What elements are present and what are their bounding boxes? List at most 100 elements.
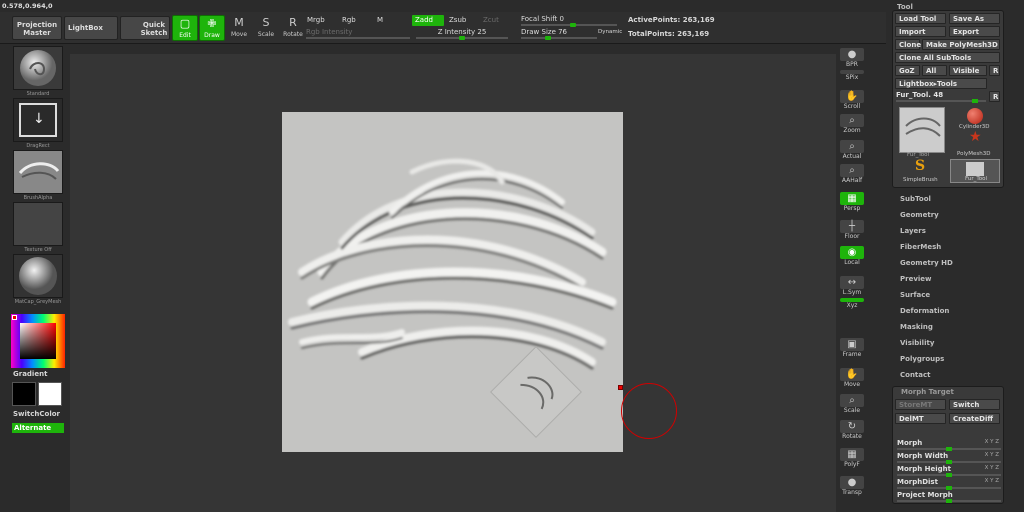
shelf-actual-button[interactable]: ⌕ Actual <box>840 140 864 162</box>
menu-geometry[interactable]: Geometry <box>900 211 939 219</box>
menu-layers[interactable]: Layers <box>900 227 926 235</box>
morph-height-slider[interactable]: Morph Height X Y Z <box>897 465 1001 477</box>
secondary-color-swatch[interactable] <box>38 382 62 406</box>
morph-slider[interactable]: Morph X Y Z <box>897 439 1001 451</box>
morph-target-title[interactable]: Morph Target <box>901 388 954 396</box>
project-morph-slider[interactable]: Project Morph <box>897 491 1001 503</box>
fur-tool-thumb[interactable] <box>899 107 945 153</box>
shelf-aahalf-button[interactable]: ⌕ AAHalf <box>840 164 864 186</box>
gradient-label[interactable]: Gradient <box>13 370 47 378</box>
export-button[interactable]: Export <box>949 26 1000 37</box>
shelf-frame-button[interactable]: ▣ Frame <box>840 338 864 360</box>
polymesh3d-label: PolyMesh3D <box>957 151 991 157</box>
move-icon: ✋ <box>840 368 864 381</box>
shelf-transp-label: Transp <box>842 489 862 496</box>
shelf-move-button[interactable]: ✋ Move <box>840 368 864 390</box>
floor-icon: ┼ <box>840 220 864 233</box>
focal-shift-slider[interactable]: Focal Shift 0 <box>521 15 617 27</box>
shelf-scale-button[interactable]: ⌕ Scale <box>840 394 864 416</box>
shelf-xyz-button[interactable]: Xyz <box>840 298 864 320</box>
primary-color-swatch[interactable] <box>12 382 36 406</box>
fur-tool-thumb-2[interactable]: Fur_Tool <box>950 159 1000 183</box>
storemt-button[interactable]: StoreMT <box>895 399 946 410</box>
material-thumbnail[interactable]: MatCap_GreyMesh <box>13 254 63 305</box>
menu-geometry-hd[interactable]: Geometry HD <box>900 259 953 267</box>
tool-edit-button[interactable]: ▢ Edit <box>172 15 198 41</box>
shelf-floor-button[interactable]: ┼ Floor <box>840 220 864 242</box>
document-canvas[interactable] <box>282 112 623 452</box>
morph-width-slider[interactable]: Morph Width X Y Z <box>897 452 1001 464</box>
tool-scale-button[interactable]: S Scale <box>253 15 279 41</box>
shelf-polyf-button[interactable]: ▦ PolyF <box>840 448 864 470</box>
r-button[interactable]: R <box>989 65 1000 76</box>
shelf-transp-button[interactable]: ● Transp <box>840 476 864 498</box>
delmt-button[interactable]: DelMT <box>895 413 946 424</box>
switch-button[interactable]: Switch <box>949 399 1000 410</box>
aahalf-icon: ⌕ <box>840 164 864 177</box>
creatediff-button[interactable]: CreateDiff <box>949 413 1000 424</box>
tool-move-button[interactable]: M Move <box>226 15 252 41</box>
import-button[interactable]: Import <box>895 26 946 37</box>
shelf-lsym-label: L.Sym <box>842 289 862 296</box>
zsub-button[interactable]: Zsub <box>446 15 469 26</box>
alternate-toggle[interactable]: Alternate <box>12 423 64 433</box>
switch-color-button[interactable]: SwitchColor <box>13 410 60 418</box>
shelf-local-label: Local <box>844 259 860 266</box>
clone-all-subtools-button[interactable]: Clone All SubTools <box>895 52 1000 63</box>
scale-icon: S <box>262 16 270 29</box>
menu-fibermesh[interactable]: FiberMesh <box>900 243 941 251</box>
save-as-button[interactable]: Save As <box>949 13 1000 24</box>
polymesh3d-icon[interactable]: ★ <box>969 129 982 145</box>
r-button-2[interactable]: R <box>989 91 1000 102</box>
cylinder3d-icon[interactable] <box>967 108 983 124</box>
mrgb-button[interactable]: Mrgb <box>304 15 328 26</box>
morphdist-slider[interactable]: MorphDist X Y Z <box>897 478 1001 490</box>
rgb-button[interactable]: Rgb <box>339 15 359 26</box>
texture-thumbnail[interactable]: Texture Off <box>13 202 63 253</box>
shelf-local-button[interactable]: ◉ Local <box>840 246 864 268</box>
brush-thumbnail[interactable]: Standard <box>13 46 63 97</box>
stroke-thumbnail[interactable]: ↓ DragRect <box>13 98 63 149</box>
lightbox-tools-button[interactable]: Lightbox▸Tools <box>895 78 987 89</box>
make-polymesh-button[interactable]: Make PolyMesh3D <box>922 39 1000 50</box>
clone-button[interactable]: Clone <box>895 39 921 50</box>
tool-rotate-button[interactable]: R Rotate <box>280 15 306 41</box>
menu-subtool[interactable]: SubTool <box>900 195 931 203</box>
goz-button[interactable]: GoZ <box>895 65 920 76</box>
visible-button[interactable]: Visible <box>949 65 987 76</box>
simplebrush-icon[interactable]: S <box>915 158 925 174</box>
tool-palette-title[interactable]: Tool <box>897 3 913 11</box>
lightbox-button[interactable]: LightBox <box>64 16 118 40</box>
all-button[interactable]: All <box>922 65 947 76</box>
menu-polygroups[interactable]: Polygroups <box>900 355 944 363</box>
menu-visibility[interactable]: Visibility <box>900 339 934 347</box>
color-picker[interactable] <box>11 314 65 368</box>
zcut-button[interactable]: Zcut <box>480 15 502 26</box>
quick-sketch-button[interactable]: Quick Sketch <box>120 16 170 40</box>
shelf-lsym-button[interactable]: ↔ L.Sym <box>840 276 864 298</box>
menu-masking[interactable]: Masking <box>900 323 933 331</box>
shelf-rotate-label: Rotate <box>842 433 862 440</box>
shelf-spix-button[interactable]: SPix <box>840 70 864 92</box>
menu-deformation[interactable]: Deformation <box>900 307 949 315</box>
tool-draw-button[interactable]: ✙ Draw <box>199 15 225 41</box>
menu-contact[interactable]: Contact <box>900 371 931 379</box>
zadd-button[interactable]: Zadd <box>412 15 444 26</box>
load-tool-button[interactable]: Load Tool <box>895 13 946 24</box>
tool-edit-label: Edit <box>179 32 191 39</box>
z-intensity-slider[interactable]: Z Intensity 25 <box>416 28 508 40</box>
shelf-persp-button[interactable]: ▦ Persp <box>840 192 864 214</box>
draw-size-slider[interactable]: Draw Size 76 <box>521 28 597 40</box>
menu-preview[interactable]: Preview <box>900 275 932 283</box>
fur-tool-slider[interactable]: Fur_Tool. 48 <box>896 91 986 103</box>
dynamic-button[interactable]: Dynamic <box>598 29 622 35</box>
shelf-bpr-button[interactable]: ● BPR <box>840 48 864 70</box>
projection-master-button[interactable]: Projection Master <box>12 16 62 40</box>
shelf-zoom-button[interactable]: ⌕ Zoom <box>840 114 864 136</box>
shelf-rotate-button[interactable]: ↻ Rotate <box>840 420 864 442</box>
menu-surface[interactable]: Surface <box>900 291 930 299</box>
rgb-intensity-slider[interactable]: Rgb Intensity <box>306 28 410 39</box>
shelf-scroll-button[interactable]: ✋ Scroll <box>840 90 864 112</box>
m-button[interactable]: M <box>374 15 386 26</box>
alpha-thumbnail[interactable]: BrushAlpha <box>13 150 63 201</box>
